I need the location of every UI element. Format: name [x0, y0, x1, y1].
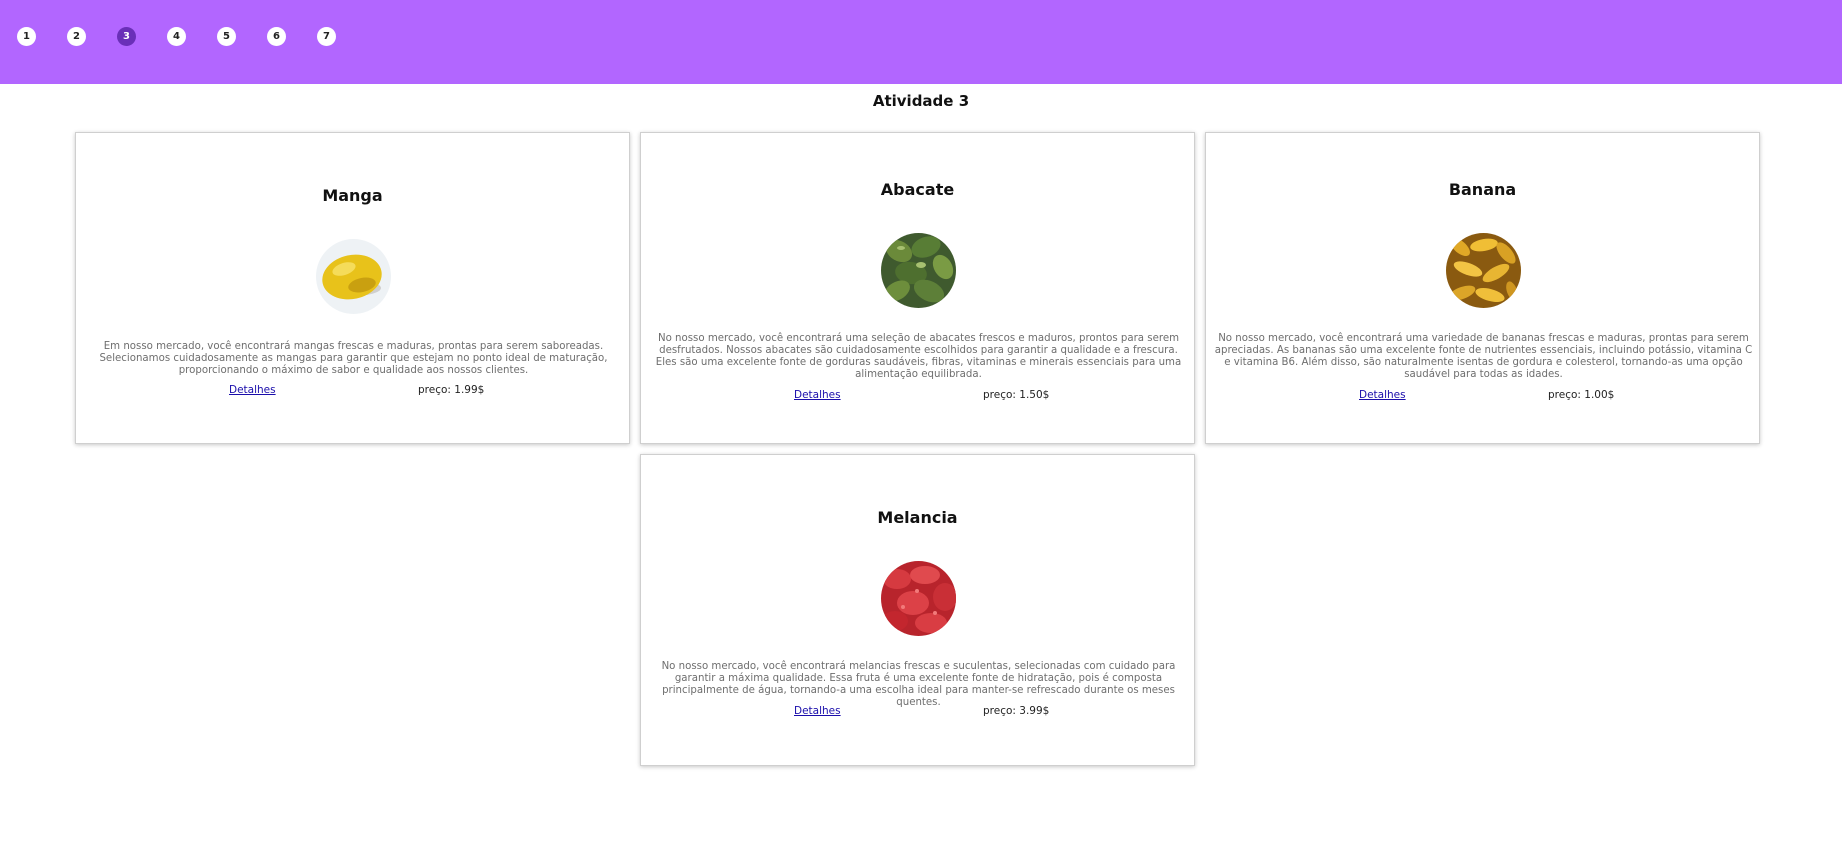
product-price: preço: 1.50$ — [983, 389, 1050, 401]
details-link[interactable]: Detalhes — [229, 384, 276, 396]
step-6-button[interactable]: 6 — [267, 27, 286, 46]
product-title: Abacate — [880, 180, 955, 199]
step-2-button[interactable]: 2 — [67, 27, 86, 46]
step-5-button[interactable]: 5 — [217, 27, 236, 46]
product-description: No nosso mercado, você encontrará melanc… — [661, 661, 1176, 708]
product-description: Em nosso mercado, você encontrará mangas… — [99, 341, 608, 376]
mango-image — [316, 239, 391, 314]
step-4-button[interactable]: 4 — [167, 27, 186, 46]
banana-image — [1446, 233, 1521, 308]
top-nav-bar: 1 2 3 4 5 6 7 — [0, 0, 1842, 84]
product-price: preço: 3.99$ — [983, 705, 1050, 717]
step-1-button[interactable]: 1 — [17, 27, 36, 46]
details-link[interactable]: Detalhes — [794, 389, 841, 401]
step-7-button[interactable]: 7 — [317, 27, 336, 46]
product-card-manga: Manga Em nosso mercado, você encontrará … — [75, 132, 630, 444]
product-title: Banana — [1448, 180, 1517, 199]
product-card-melancia: Melancia No nosso mercado, você encontra… — [640, 454, 1195, 766]
avocado-image — [881, 233, 956, 308]
product-title: Melancia — [877, 508, 958, 527]
details-link[interactable]: Detalhes — [794, 705, 841, 717]
watermelon-image — [881, 561, 956, 636]
product-card-abacate: Abacate No nosso mercado, você encontrar… — [640, 132, 1195, 444]
product-price: preço: 1.00$ — [1548, 389, 1615, 401]
product-price: preço: 1.99$ — [418, 384, 485, 396]
product-title: Manga — [322, 186, 383, 205]
product-description: No nosso mercado, você encontrará uma se… — [655, 333, 1182, 380]
product-description: No nosso mercado, você encontrará uma va… — [1214, 333, 1753, 380]
product-card-banana: Banana No nosso mercado, você encontrará… — [1205, 132, 1760, 444]
details-link[interactable]: Detalhes — [1359, 389, 1406, 401]
page-title: Atividade 3 — [872, 92, 970, 110]
step-3-button-active[interactable]: 3 — [117, 27, 136, 46]
